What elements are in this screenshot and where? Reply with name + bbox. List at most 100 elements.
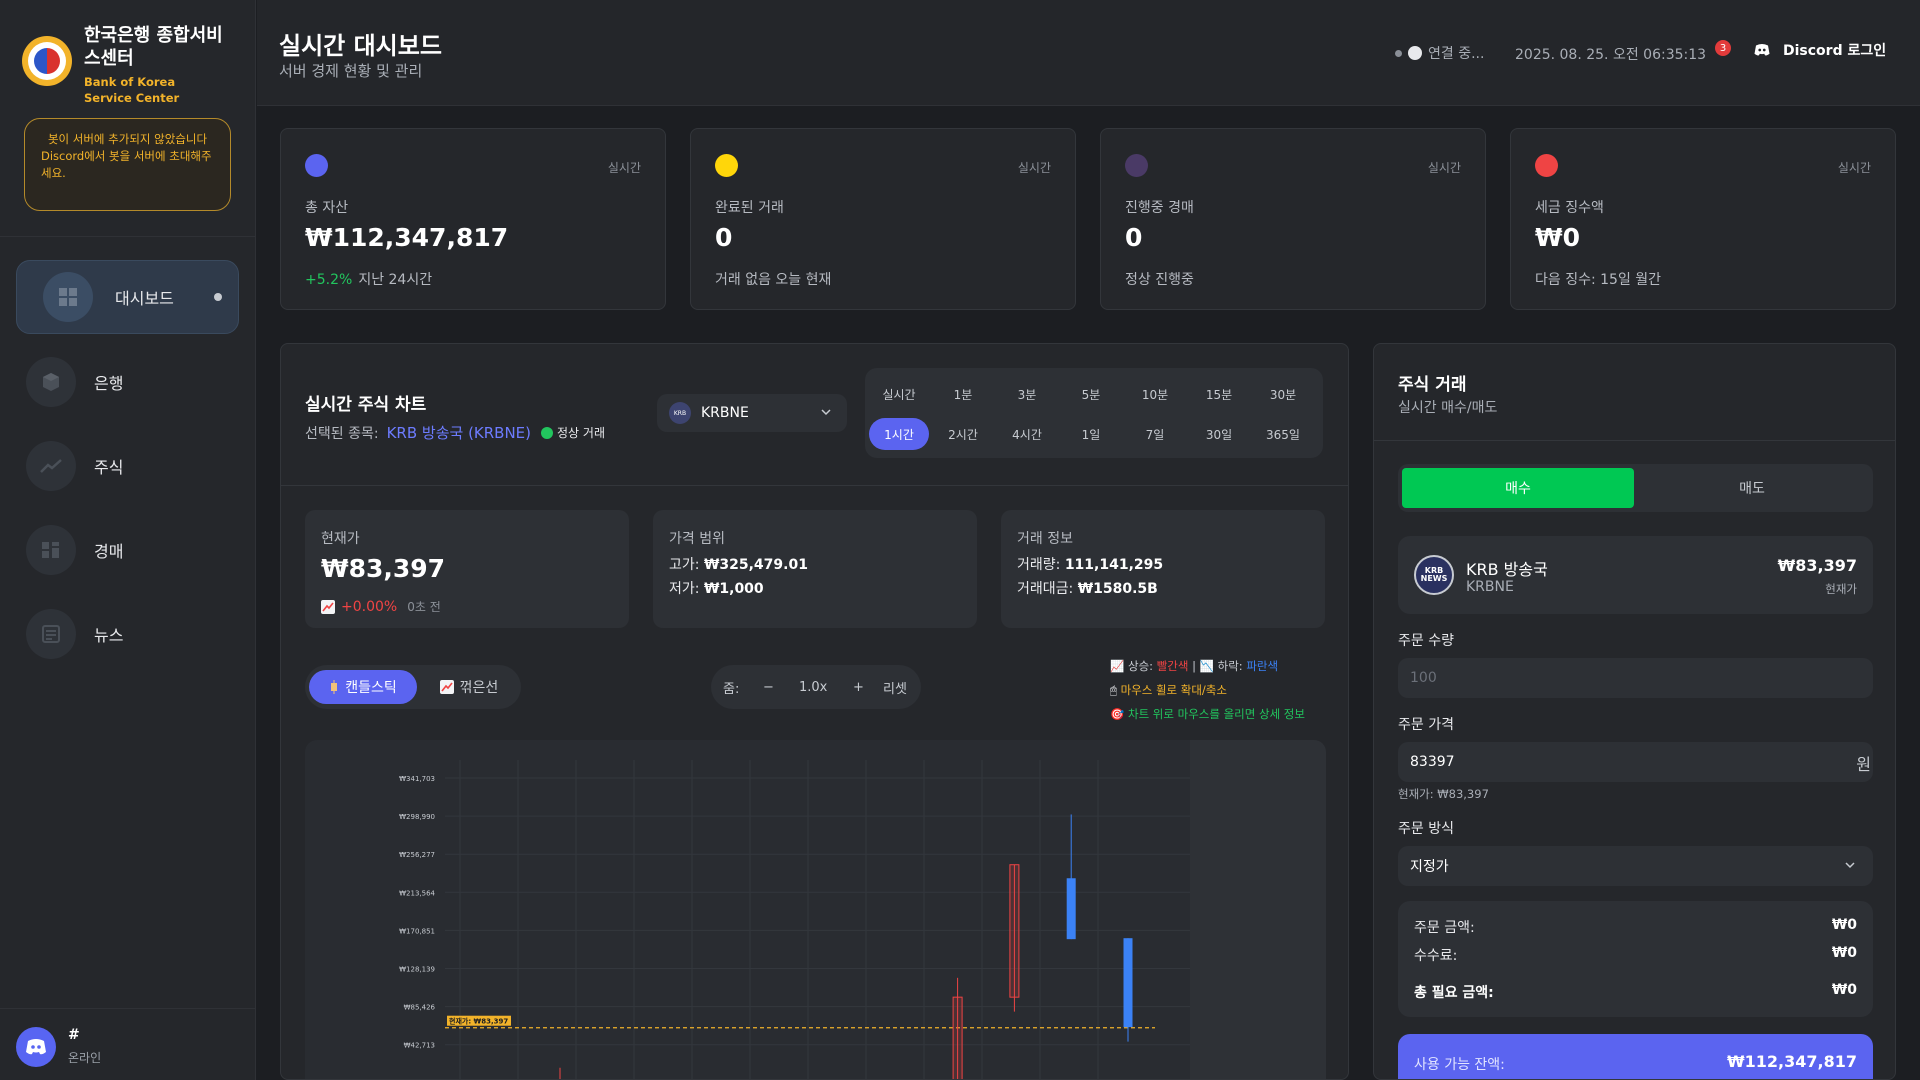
volume-value: 111,141,295 xyxy=(1064,557,1164,573)
timeframe-selector: 실시간 1분 3분 5분 10분 15분 30분 1시간 2시간 4시간 1일 … xyxy=(865,368,1323,458)
sidebar-item-bank[interactable]: 은행 xyxy=(16,345,239,419)
current-price-label: 현재가 xyxy=(321,531,360,547)
volume-label: 거래량: xyxy=(1017,557,1061,573)
line-chart-button[interactable]: 꺾은선 xyxy=(421,670,517,704)
order-amount: ₩0 xyxy=(1831,917,1857,933)
fee: ₩0 xyxy=(1831,945,1857,961)
stat-label: 총 자산 xyxy=(305,200,349,216)
stock-price: ₩83,397 xyxy=(1777,556,1857,575)
y-tick-label: ₩256,277 xyxy=(399,851,435,859)
candlestick-label: 캔들스틱 xyxy=(345,680,397,696)
y-tick-label: ₩298,990 xyxy=(399,813,435,821)
timeframe-30d[interactable]: 30일 xyxy=(1189,418,1249,450)
color-legend: 📈 상승: 빨간색 | 📉 하락: 파란색 xyxy=(1110,654,1305,678)
y-tick-label: ₩213,564 xyxy=(399,889,435,897)
chevron-down-icon xyxy=(1845,862,1855,869)
connection-status: 연결 중... xyxy=(1395,43,1484,63)
selected-symbol: KRB 방송국 (KRBNE) xyxy=(386,424,532,442)
stat-value: 0 xyxy=(1125,223,1143,252)
total-row: 총 필요 금액: ₩0 xyxy=(1414,982,1857,1002)
brand[interactable]: 한국은행 종합서비스센터 Bank of Korea Service Cente… xyxy=(22,24,224,106)
timeframe-1m[interactable]: 1분 xyxy=(933,378,993,410)
timeframe-2h[interactable]: 2시간 xyxy=(933,418,993,450)
volume: 거래량: 111,141,295 xyxy=(1017,554,1163,574)
discord-login-button[interactable]: Discord 로그인 xyxy=(1753,40,1886,60)
hover-hint-text: 차트 위로 마우스를 올리면 상세 정보 xyxy=(1127,707,1305,721)
mouse-icon: 🖱 xyxy=(1110,683,1117,697)
timeframe-15m[interactable]: 15분 xyxy=(1189,378,1249,410)
trading-status: 정상 거래 xyxy=(557,426,605,440)
order-method-label: 주문 방식 xyxy=(1398,821,1454,837)
down-label: 하락: xyxy=(1217,659,1243,673)
timeframe-5m[interactable]: 5분 xyxy=(1061,378,1121,410)
down-legend-icon: 📉 xyxy=(1199,659,1214,673)
trade-subtitle: 실시간 매수/매도 xyxy=(1398,400,1498,416)
change-time: 0초 전 xyxy=(407,600,441,614)
zoom-reset-button[interactable]: 리셋 xyxy=(883,678,907,697)
sidebar-item-label: 주식 xyxy=(94,458,124,477)
symbol-select[interactable]: KRB KRBNE xyxy=(657,394,847,432)
up-color-text: 빨간색 xyxy=(1156,659,1189,673)
timeframe-10m[interactable]: 10분 xyxy=(1125,378,1185,410)
order-method-select[interactable]: 지정가 xyxy=(1398,846,1873,886)
discord-icon xyxy=(1754,44,1770,56)
target-icon: 🎯 xyxy=(1110,707,1125,721)
sidebar-divider xyxy=(0,236,256,237)
trade-title: 주식 거래 xyxy=(1398,375,1467,395)
chart-legend: 📈 상승: 빨간색 | 📉 하락: 파란색 🖱 마우스 휠로 확대/축소 🎯 차… xyxy=(1110,654,1305,726)
timeframe-365d[interactable]: 365일 xyxy=(1253,418,1313,450)
y-tick-label: ₩341,703 xyxy=(399,775,435,783)
low-label: 저가: xyxy=(669,581,700,597)
stat-card-total-assets: 실시간 총 자산 ₩112,347,817 +5.2% 지난 24시간 xyxy=(280,128,666,310)
sidebar-item-auction[interactable]: 경매 xyxy=(16,513,239,587)
tab-buy[interactable]: 매수 xyxy=(1402,468,1634,508)
discord-icon xyxy=(16,1027,56,1067)
timeframe-1d[interactable]: 1일 xyxy=(1061,418,1121,450)
tab-sell[interactable]: 매도 xyxy=(1636,468,1868,508)
candle-body-down xyxy=(1066,878,1076,940)
sidebar-item-label: 뉴스 xyxy=(94,626,124,645)
chevron-down-icon xyxy=(821,409,831,416)
datetime: 2025. 08. 25. 오전 06:35:13 xyxy=(1515,47,1707,63)
stat-value: ₩112,347,817 xyxy=(305,223,509,252)
timeframe-3m[interactable]: 3분 xyxy=(997,378,1057,410)
amount-value: ₩1580.5B xyxy=(1077,581,1158,597)
timeframe-7d[interactable]: 7일 xyxy=(1125,418,1185,450)
chart-canvas[interactable]: ₩341,703 ₩298,990 ₩256,277 ₩213,564 ₩170,851… xyxy=(305,740,1326,1080)
stat-label: 진행중 경매 xyxy=(1125,200,1194,216)
order-price-input[interactable] xyxy=(1398,742,1873,782)
zoom-out-button[interactable]: − xyxy=(763,680,774,695)
change-percent: +0.00% xyxy=(341,598,398,615)
sidebar-item-dashboard[interactable]: 대시보드 xyxy=(16,260,239,334)
stock-name: KRB 방송국 xyxy=(1466,560,1548,579)
timeframe-realtime[interactable]: 실시간 xyxy=(869,378,929,410)
candlestick-button[interactable]: 캔들스틱 xyxy=(309,670,417,704)
notification-badge[interactable]: 3 xyxy=(1715,40,1731,56)
zoom-in-button[interactable]: + xyxy=(853,680,864,695)
balance-label: 사용 가능 잔액: xyxy=(1414,1057,1505,1073)
current-price-label: 현재가: ₩83,397 xyxy=(449,1017,508,1026)
user-footer[interactable]: # 온라인 xyxy=(0,1008,256,1080)
low-value: ₩1,000 xyxy=(703,581,764,597)
status-dot-icon xyxy=(1395,49,1402,57)
chart-title: 실시간 주식 차트 xyxy=(305,395,427,415)
price-hint: 현재가: ₩83,397 xyxy=(1398,787,1489,801)
zoom-controls: 줌: − 1.0x + 리셋 xyxy=(711,665,921,709)
symbol-select-value: KRBNE xyxy=(701,405,749,421)
quantity-input[interactable] xyxy=(1398,658,1873,698)
timeframe-30m[interactable]: 30분 xyxy=(1253,378,1313,410)
timeframe-4h[interactable]: 4시간 xyxy=(997,418,1057,450)
trade-panel: 주식 거래 실시간 매수/매도 매수 매도 KRB NEWS KRB 방송국 K… xyxy=(1373,343,1896,1080)
current-price-card: 현재가 ₩83,397 +0.00% 0초 전 xyxy=(305,510,629,628)
bot-warning[interactable]: 봇이 서버에 추가되지 않았습니다 Discord에서 봇을 서버에 초대해주세… xyxy=(24,118,231,211)
sidebar-item-news[interactable]: 뉴스 xyxy=(16,597,239,671)
assets-dot-icon xyxy=(305,154,328,177)
sidebar: 한국은행 종합서비스센터 Bank of Korea Service Cente… xyxy=(0,0,256,1080)
timeframe-1h[interactable]: 1시간 xyxy=(869,418,929,450)
stat-value: 0 xyxy=(715,223,733,252)
header: 실시간 대시보드 서버 경제 현황 및 관리 연결 중... 2025. 08.… xyxy=(257,0,1920,106)
bot-warning-title: 봇이 서버에 추가되지 않았습니다 xyxy=(47,132,208,146)
order-summary: 주문 금액: ₩0 수수료: ₩0 총 필요 금액: ₩0 xyxy=(1398,901,1873,1017)
candlestick-chart[interactable]: ₩341,703 ₩298,990 ₩256,277 ₩213,564 ₩170,851… xyxy=(305,740,1326,1080)
sidebar-item-stock[interactable]: 주식 xyxy=(16,429,239,503)
